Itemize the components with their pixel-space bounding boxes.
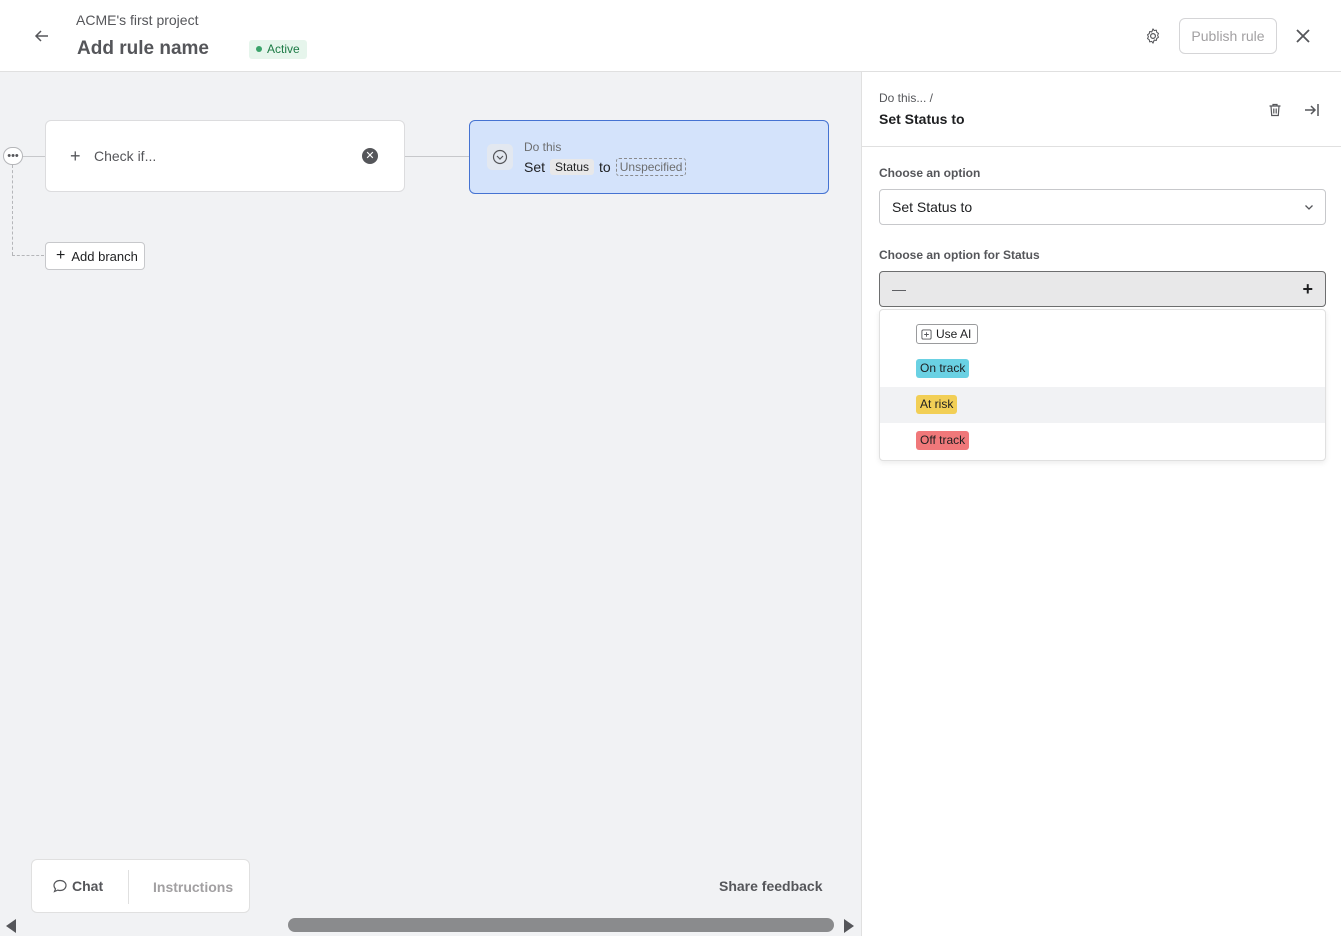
ellipsis-icon: ••• (7, 150, 19, 162)
connector-line (22, 156, 45, 157)
close-icon (1296, 29, 1310, 43)
delete-action-button[interactable] (1264, 99, 1286, 121)
project-name[interactable]: ACME's first project (76, 12, 198, 28)
status-value-text: — (892, 281, 906, 297)
status-option-label: Choose an option for Status (879, 248, 1040, 262)
horizontal-scrollbar[interactable] (0, 916, 861, 936)
plus-icon: + (70, 146, 81, 166)
rule-name-title[interactable]: Add rule name (77, 38, 209, 60)
chat-bubble-icon (53, 879, 67, 893)
add-branch-label: Add branch (71, 248, 138, 264)
chevron-down-icon (1305, 205, 1313, 210)
tab-chat[interactable]: Chat (52, 878, 103, 894)
connector-line (405, 156, 469, 157)
trash-icon (1269, 103, 1281, 117)
status-badge: Active (249, 40, 307, 59)
action-details-panel: Do this... / Set Status to Choose an opt… (861, 72, 1341, 936)
branch-connector (12, 165, 13, 255)
chat-tab-label: Chat (72, 878, 104, 894)
do-to-text: to (599, 159, 611, 175)
value-chip: Unspecified (615, 158, 687, 176)
option-on-track[interactable]: On track (880, 351, 1325, 387)
scroll-right-icon[interactable] (844, 919, 854, 933)
scrollbar-thumb[interactable] (288, 918, 834, 932)
branch-connector (12, 255, 44, 256)
choose-option-label: Choose an option (879, 166, 981, 180)
use-ai-chip: Use AI (916, 324, 979, 344)
tab-divider (128, 870, 129, 904)
status-dot-icon (256, 46, 262, 52)
clear-condition-icon[interactable]: ✕ (362, 148, 378, 164)
rule-canvas[interactable]: ••• + Check if... ✕ Do this Set Status t… (0, 72, 861, 936)
tab-instructions[interactable]: Instructions (153, 879, 233, 895)
action-type-select[interactable]: Set Status to (879, 189, 1326, 225)
do-this-card[interactable]: Do this Set Status to Unspecified (469, 120, 829, 194)
do-this-summary: Set Status to Unspecified (524, 158, 687, 176)
status-value-select[interactable]: — + (879, 271, 1326, 307)
do-this-title: Do this (524, 140, 562, 154)
on-track-tag: On track (916, 359, 970, 378)
breadcrumb[interactable]: Do this... / (879, 91, 933, 105)
scroll-left-icon[interactable] (6, 919, 16, 933)
close-button[interactable] (1290, 23, 1316, 49)
assistant-panel: Chat Instructions (31, 859, 250, 913)
option-use-ai[interactable]: Use AI (880, 314, 1325, 350)
top-header: ACME's first project Add rule name Activ… (0, 0, 1341, 72)
publish-rule-button[interactable]: Publish rule (1179, 18, 1277, 54)
do-set-text: Set (524, 159, 546, 175)
more-options-button[interactable]: ••• (3, 147, 23, 165)
plus-icon[interactable]: + (1302, 272, 1313, 306)
use-ai-label: Use AI (936, 327, 972, 341)
arrow-left-icon (34, 30, 48, 42)
action-type-value: Set Status to (892, 199, 973, 215)
check-if-label: Check if... (94, 148, 157, 164)
option-at-risk[interactable]: At risk (880, 387, 1325, 423)
at-risk-tag: At risk (916, 395, 958, 414)
status-options-dropdown: Use AI On track At risk Off track (879, 309, 1326, 461)
check-if-card[interactable]: + Check if... ✕ (45, 120, 405, 192)
plus-icon: + (56, 247, 66, 264)
add-branch-button[interactable]: + Add branch (45, 242, 145, 270)
off-track-tag: Off track (916, 431, 970, 450)
status-badge-label: Active (267, 42, 300, 56)
settings-button[interactable] (1140, 23, 1166, 49)
share-feedback-link[interactable]: Share feedback (719, 878, 823, 894)
back-button[interactable] (28, 22, 56, 50)
field-chip: Status (550, 159, 595, 175)
collapse-right-icon (1305, 104, 1319, 116)
panel-title: Set Status to (879, 111, 965, 127)
panel-divider (862, 146, 1341, 147)
action-icon (487, 144, 513, 170)
option-off-track[interactable]: Off track (880, 423, 1325, 459)
collapse-panel-button[interactable] (1301, 99, 1323, 121)
ai-sparkle-icon (921, 328, 932, 340)
gear-icon (1147, 28, 1159, 44)
